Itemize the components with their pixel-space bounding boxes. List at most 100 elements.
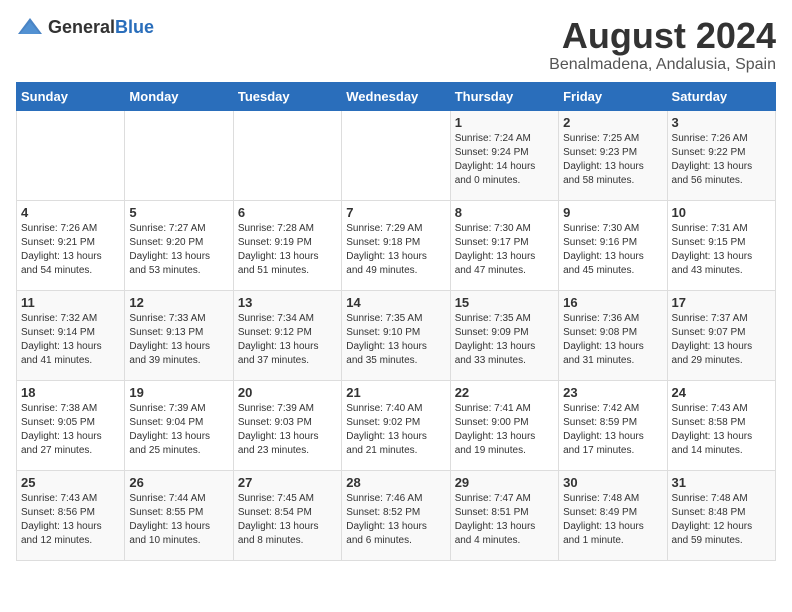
day-info: Sunrise: 7:42 AM Sunset: 8:59 PM Dayligh… <box>563 402 662 458</box>
header-row: SundayMondayTuesdayWednesdayThursdayFrid… <box>17 82 776 110</box>
day-info: Sunrise: 7:27 AM Sunset: 9:20 PM Dayligh… <box>129 222 228 278</box>
calendar-cell: 16 Sunrise: 7:36 AM Sunset: 9:08 PM Dayli… <box>559 290 667 380</box>
calendar-cell: 13Sunrise: 7:34 AM Sunset: 9:12 PM Dayli… <box>233 290 341 380</box>
day-info: Sunrise: 7:30 AM Sunset: 9:17 PM Dayligh… <box>455 222 554 278</box>
day-number: 14 <box>346 295 445 310</box>
day-info: Sunrise: 7:28 AM Sunset: 9:19 PM Dayligh… <box>238 222 337 278</box>
day-info: Sunrise: 7:40 AM Sunset: 9:02 PM Dayligh… <box>346 402 445 458</box>
calendar-body: 1 Sunrise: 7:24 AM Sunset: 9:24 PM Daylig… <box>17 110 776 560</box>
header-day-monday: Monday <box>125 82 233 110</box>
day-info: Sunrise: 7:33 AM Sunset: 9:13 PM Dayligh… <box>129 312 228 368</box>
day-info: Sunrise: 7:46 AM Sunset: 8:52 PM Dayligh… <box>346 492 445 548</box>
day-info: Sunrise: 7:30 AM Sunset: 9:16 PM Dayligh… <box>563 222 662 278</box>
logo-icon <box>16 16 44 38</box>
calendar-cell: 8 Sunrise: 7:30 AM Sunset: 9:17 PM Daylig… <box>450 200 558 290</box>
calendar-week-2: 4Sunrise: 7:26 AM Sunset: 9:21 PM Daylig… <box>17 200 776 290</box>
day-info: Sunrise: 7:41 AM Sunset: 9:00 PM Dayligh… <box>455 402 554 458</box>
calendar-cell <box>342 110 450 200</box>
calendar-cell: 21Sunrise: 7:40 AM Sunset: 9:02 PM Dayli… <box>342 380 450 470</box>
calendar-cell: 23Sunrise: 7:42 AM Sunset: 8:59 PM Dayli… <box>559 380 667 470</box>
calendar-cell: 22 Sunrise: 7:41 AM Sunset: 9:00 PM Dayli… <box>450 380 558 470</box>
day-info: Sunrise: 7:24 AM Sunset: 9:24 PM Dayligh… <box>455 132 554 188</box>
header-day-sunday: Sunday <box>17 82 125 110</box>
day-number: 24 <box>672 385 771 400</box>
calendar-table: SundayMondayTuesdayWednesdayThursdayFrid… <box>16 82 776 561</box>
calendar-cell: 30 Sunrise: 7:48 AM Sunset: 8:49 PM Dayli… <box>559 470 667 560</box>
day-number: 18 <box>21 385 120 400</box>
day-number: 31 <box>672 475 771 490</box>
day-info: Sunrise: 7:43 AM Sunset: 8:58 PM Dayligh… <box>672 402 771 458</box>
day-info: Sunrise: 7:37 AM Sunset: 9:07 PM Dayligh… <box>672 312 771 368</box>
calendar-cell: 28 Sunrise: 7:46 AM Sunset: 8:52 PM Dayli… <box>342 470 450 560</box>
day-info: Sunrise: 7:39 AM Sunset: 9:04 PM Dayligh… <box>129 402 228 458</box>
day-number: 1 <box>455 115 554 130</box>
day-info: Sunrise: 7:44 AM Sunset: 8:55 PM Dayligh… <box>129 492 228 548</box>
day-number: 19 <box>129 385 228 400</box>
day-number: 8 <box>455 205 554 220</box>
calendar-cell: 10 Sunrise: 7:31 AM Sunset: 9:15 PM Dayli… <box>667 200 775 290</box>
day-number: 22 <box>455 385 554 400</box>
month-year-title: August 2024 <box>549 16 776 56</box>
day-number: 25 <box>21 475 120 490</box>
calendar-cell: 1 Sunrise: 7:24 AM Sunset: 9:24 PM Daylig… <box>450 110 558 200</box>
day-number: 17 <box>672 295 771 310</box>
calendar-cell: 29 Sunrise: 7:47 AM Sunset: 8:51 PM Dayli… <box>450 470 558 560</box>
day-info: Sunrise: 7:35 AM Sunset: 9:10 PM Dayligh… <box>346 312 445 368</box>
day-number: 5 <box>129 205 228 220</box>
day-number: 12 <box>129 295 228 310</box>
calendar-cell: 2 Sunrise: 7:25 AM Sunset: 9:23 PM Daylig… <box>559 110 667 200</box>
day-info: Sunrise: 7:35 AM Sunset: 9:09 PM Dayligh… <box>455 312 554 368</box>
day-number: 4 <box>21 205 120 220</box>
logo-text: GeneralBlue <box>48 17 154 38</box>
day-info: Sunrise: 7:48 AM Sunset: 8:48 PM Dayligh… <box>672 492 771 548</box>
day-number: 3 <box>672 115 771 130</box>
day-info: Sunrise: 7:29 AM Sunset: 9:18 PM Dayligh… <box>346 222 445 278</box>
day-number: 10 <box>672 205 771 220</box>
day-number: 2 <box>563 115 662 130</box>
day-info: Sunrise: 7:25 AM Sunset: 9:23 PM Dayligh… <box>563 132 662 188</box>
calendar-cell: 24 Sunrise: 7:43 AM Sunset: 8:58 PM Dayli… <box>667 380 775 470</box>
day-info: Sunrise: 7:47 AM Sunset: 8:51 PM Dayligh… <box>455 492 554 548</box>
header-day-saturday: Saturday <box>667 82 775 110</box>
calendar-week-1: 1 Sunrise: 7:24 AM Sunset: 9:24 PM Daylig… <box>17 110 776 200</box>
calendar-cell: 4Sunrise: 7:26 AM Sunset: 9:21 PM Daylig… <box>17 200 125 290</box>
calendar-cell: 27 Sunrise: 7:45 AM Sunset: 8:54 PM Dayli… <box>233 470 341 560</box>
calendar-cell: 7 Sunrise: 7:29 AM Sunset: 9:18 PM Daylig… <box>342 200 450 290</box>
logo-blue: Blue <box>115 17 154 37</box>
header-day-tuesday: Tuesday <box>233 82 341 110</box>
day-number: 13 <box>238 295 337 310</box>
calendar-cell <box>17 110 125 200</box>
title-block: August 2024 Benalmadena, Andalusia, Spai… <box>549 16 776 74</box>
header-day-thursday: Thursday <box>450 82 558 110</box>
logo-general: General <box>48 17 115 37</box>
logo: GeneralBlue <box>16 16 154 38</box>
day-number: 20 <box>238 385 337 400</box>
day-info: Sunrise: 7:36 AM Sunset: 9:08 PM Dayligh… <box>563 312 662 368</box>
day-number: 26 <box>129 475 228 490</box>
calendar-cell: 25 Sunrise: 7:43 AM Sunset: 8:56 PM Dayli… <box>17 470 125 560</box>
day-number: 27 <box>238 475 337 490</box>
calendar-week-5: 25 Sunrise: 7:43 AM Sunset: 8:56 PM Dayli… <box>17 470 776 560</box>
day-info: Sunrise: 7:43 AM Sunset: 8:56 PM Dayligh… <box>21 492 120 548</box>
day-number: 16 <box>563 295 662 310</box>
day-number: 11 <box>21 295 120 310</box>
header-day-wednesday: Wednesday <box>342 82 450 110</box>
calendar-cell: 9Sunrise: 7:30 AM Sunset: 9:16 PM Daylig… <box>559 200 667 290</box>
day-number: 29 <box>455 475 554 490</box>
calendar-header: SundayMondayTuesdayWednesdayThursdayFrid… <box>17 82 776 110</box>
day-number: 15 <box>455 295 554 310</box>
calendar-cell: 31 Sunrise: 7:48 AM Sunset: 8:48 PM Dayli… <box>667 470 775 560</box>
day-number: 30 <box>563 475 662 490</box>
day-info: Sunrise: 7:39 AM Sunset: 9:03 PM Dayligh… <box>238 402 337 458</box>
calendar-cell: 18 Sunrise: 7:38 AM Sunset: 9:05 PM Dayli… <box>17 380 125 470</box>
calendar-cell: 14 Sunrise: 7:35 AM Sunset: 9:10 PM Dayli… <box>342 290 450 380</box>
day-info: Sunrise: 7:48 AM Sunset: 8:49 PM Dayligh… <box>563 492 662 548</box>
calendar-cell: 19 Sunrise: 7:39 AM Sunset: 9:04 PM Dayli… <box>125 380 233 470</box>
day-number: 28 <box>346 475 445 490</box>
day-number: 7 <box>346 205 445 220</box>
calendar-cell: 17 Sunrise: 7:37 AM Sunset: 9:07 PM Dayli… <box>667 290 775 380</box>
day-info: Sunrise: 7:31 AM Sunset: 9:15 PM Dayligh… <box>672 222 771 278</box>
day-info: Sunrise: 7:45 AM Sunset: 8:54 PM Dayligh… <box>238 492 337 548</box>
calendar-cell: 15 Sunrise: 7:35 AM Sunset: 9:09 PM Dayli… <box>450 290 558 380</box>
day-info: Sunrise: 7:38 AM Sunset: 9:05 PM Dayligh… <box>21 402 120 458</box>
